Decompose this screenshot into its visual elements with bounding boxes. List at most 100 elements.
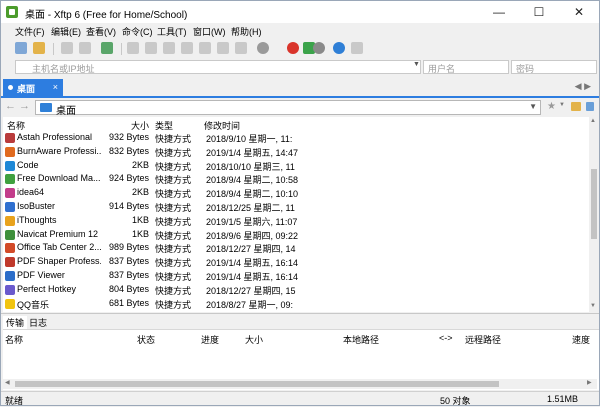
file-size: 837 Bytes bbox=[108, 256, 149, 267]
scroll-up-icon[interactable]: ▲ bbox=[590, 118, 596, 124]
file-row[interactable]: Perfect Hotkey 804 Bytes 快捷方式 2018/12/27 星期… bbox=[3, 284, 303, 297]
current-path: 桌面 bbox=[56, 106, 76, 117]
file-name: iThoughts bbox=[17, 214, 57, 225]
menu-bar: 文件(F) 编辑(E) 查看(V) 命令(C) 工具(T) 窗口(W) 帮助(H… bbox=[1, 23, 599, 39]
minimize-button[interactable]: — bbox=[479, 1, 519, 23]
new-tab-icon[interactable] bbox=[101, 42, 113, 54]
file-modified: 2018/12/25 星期二, 11 bbox=[206, 203, 295, 213]
scroll-left-icon[interactable]: ◀ bbox=[5, 379, 10, 386]
properties-icon[interactable] bbox=[199, 42, 211, 54]
host-input[interactable]: 主机名或IP地址 bbox=[15, 60, 421, 74]
file-size: 1KB bbox=[131, 228, 149, 239]
file-list[interactable]: 名称 大小 类型 修改时间 Astah Professional 932 Byte… bbox=[3, 117, 589, 312]
file-row[interactable]: PDF Shaper Profess... 837 Bytes 快捷方式 2019/1… bbox=[3, 256, 303, 269]
file-row[interactable]: Office Tab Center 2... 989 Bytes 快捷方式 2018/… bbox=[3, 242, 303, 255]
tab-desktop[interactable]: 桌面 × bbox=[3, 79, 63, 96]
delete-icon[interactable] bbox=[163, 42, 175, 54]
tab-transfer[interactable]: 传输 bbox=[3, 316, 28, 329]
file-modified: 2018/12/27 星期四, 15 bbox=[206, 285, 296, 296]
file-modified: 2018/9/6 星期四, 09:22 bbox=[206, 230, 299, 241]
back-icon[interactable]: ← bbox=[5, 100, 16, 112]
menu-file[interactable]: 文件(F) bbox=[15, 25, 45, 38]
file-name: IsoBuster bbox=[17, 201, 56, 211]
column-header-modified[interactable]: 修改时间 bbox=[204, 119, 240, 132]
paste-icon[interactable] bbox=[145, 42, 157, 54]
file-row[interactable]: QQ音乐 681 Bytes 快捷方式 2018/8/27 星期一, 09: bbox=[3, 298, 303, 311]
file-list-scrollbar[interactable]: ▲ ▼ bbox=[589, 117, 599, 312]
open-folder-icon[interactable] bbox=[571, 102, 581, 111]
folder-icon bbox=[40, 103, 52, 112]
file-size: 804 Bytes bbox=[108, 283, 149, 294]
menu-edit[interactable]: 编辑(E) bbox=[51, 25, 81, 38]
menu-window[interactable]: 窗口(W) bbox=[193, 25, 226, 38]
file-row[interactable]: IsoBuster 914 Bytes 快捷方式 2018/12/25 星期二, 11 bbox=[3, 201, 303, 214]
file-type: 快捷方式 bbox=[155, 189, 192, 200]
forward-icon[interactable]: → bbox=[19, 100, 30, 112]
scroll-down-icon[interactable]: ▼ bbox=[590, 303, 596, 309]
disconnect-icon[interactable] bbox=[79, 42, 91, 54]
scroll-right-icon[interactable]: ▶ bbox=[587, 379, 592, 386]
gear-icon[interactable] bbox=[313, 42, 325, 54]
transfer-col-local-path[interactable]: 本地路径 bbox=[343, 333, 379, 346]
file-name: Navicat Premium 12 bbox=[17, 228, 99, 239]
scroll-thumb[interactable] bbox=[591, 169, 597, 239]
file-row[interactable]: Navicat Premium 12 1KB 快捷方式 2018/9/6 星期四, 0… bbox=[3, 229, 303, 242]
stop-icon[interactable] bbox=[257, 42, 269, 54]
rename-icon[interactable] bbox=[181, 42, 193, 54]
link-icon[interactable] bbox=[61, 42, 73, 54]
help-icon[interactable] bbox=[333, 42, 345, 54]
path-input[interactable]: 桌面 ▼ bbox=[35, 100, 541, 117]
open-folder-icon[interactable] bbox=[33, 42, 45, 54]
column-header-type[interactable]: 类型 bbox=[155, 119, 173, 132]
about-icon[interactable] bbox=[351, 42, 363, 54]
scroll-thumb[interactable] bbox=[15, 381, 499, 387]
transfer-col-direction[interactable]: <-> bbox=[439, 333, 453, 343]
menu-help[interactable]: 帮助(H) bbox=[231, 25, 262, 38]
close-button[interactable]: ✕ bbox=[559, 1, 599, 23]
tab-scroll-arrows[interactable]: ◀ ▶ bbox=[575, 81, 591, 92]
transfer-scrollbar[interactable]: ◀ ▶ bbox=[3, 379, 597, 389]
transfer-col-status[interactable]: 状态 bbox=[137, 333, 155, 346]
maximize-button[interactable]: ☐ bbox=[519, 1, 559, 23]
bookmark-dropdown-icon[interactable]: ▼ bbox=[559, 102, 565, 108]
transfer-col-speed[interactable]: 速度 bbox=[572, 333, 590, 346]
file-type: 快捷方式 bbox=[155, 272, 192, 282]
file-modified: 2018/10/10 星期三, 11 bbox=[206, 161, 295, 172]
transfer-col-progress[interactable]: 进度 bbox=[201, 333, 219, 346]
file-row[interactable]: idea64 2KB 快捷方式 2018/9/4 星期二, 10:10 bbox=[3, 187, 303, 200]
file-row[interactable]: iThoughts 1KB 快捷方式 2019/1/5 星期六, 11:07 bbox=[3, 215, 303, 228]
transfer-col-name[interactable]: 名称 bbox=[5, 333, 23, 346]
file-row[interactable]: BurnAware Professi... 832 Bytes 快捷方式 2019/1… bbox=[3, 146, 303, 159]
file-row[interactable]: Code 2KB 快捷方式 2018/10/10 星期三, 11 bbox=[3, 160, 303, 173]
host-dropdown-icon[interactable]: ▼ bbox=[413, 61, 420, 68]
tab-close-icon[interactable]: × bbox=[53, 82, 58, 92]
tab-log[interactable]: 日志 bbox=[29, 316, 47, 329]
bookmark-star-icon[interactable]: ★ bbox=[547, 101, 556, 112]
password-input[interactable]: 密码 bbox=[511, 60, 597, 74]
refresh-icon[interactable] bbox=[217, 42, 229, 54]
new-session-icon[interactable] bbox=[15, 42, 27, 54]
transfer-col-size[interactable]: 大小 bbox=[245, 333, 263, 346]
file-size: 681 Bytes bbox=[108, 297, 149, 308]
xshell-icon[interactable] bbox=[287, 42, 299, 54]
file-size: 932 Bytes bbox=[108, 132, 149, 142]
transfer-col-remote-path[interactable]: 远程路径 bbox=[465, 333, 501, 346]
file-row[interactable]: PDF Viewer 837 Bytes 快捷方式 2019/1/4 星期五, 16:… bbox=[3, 270, 303, 283]
menu-command[interactable]: 命令(C) bbox=[122, 25, 153, 38]
file-size: 1KB bbox=[131, 214, 149, 225]
column-header-name[interactable]: 名称 bbox=[7, 119, 25, 132]
app-shortcut-icon bbox=[5, 215, 15, 226]
file-row[interactable]: Free Download Ma... 924 Bytes 快捷方式 2018/9/4… bbox=[3, 173, 303, 186]
total-size: 1.51MB bbox=[547, 394, 579, 404]
file-row[interactable]: Astah Professional 932 Bytes 快捷方式 2018/9/10… bbox=[3, 132, 303, 145]
menu-tools[interactable]: 工具(T) bbox=[157, 25, 187, 38]
copy-icon[interactable] bbox=[127, 42, 139, 54]
file-size: 989 Bytes bbox=[108, 242, 149, 253]
view-mode-icon[interactable] bbox=[586, 102, 594, 111]
path-dropdown-icon[interactable]: ▼ bbox=[529, 102, 537, 111]
filter-icon[interactable] bbox=[235, 42, 247, 54]
column-header-size[interactable]: 大小 bbox=[131, 119, 149, 132]
menu-view[interactable]: 查看(V) bbox=[86, 25, 116, 38]
username-input[interactable]: 用户名 bbox=[423, 60, 509, 74]
file-type: 快捷方式 bbox=[155, 244, 192, 255]
